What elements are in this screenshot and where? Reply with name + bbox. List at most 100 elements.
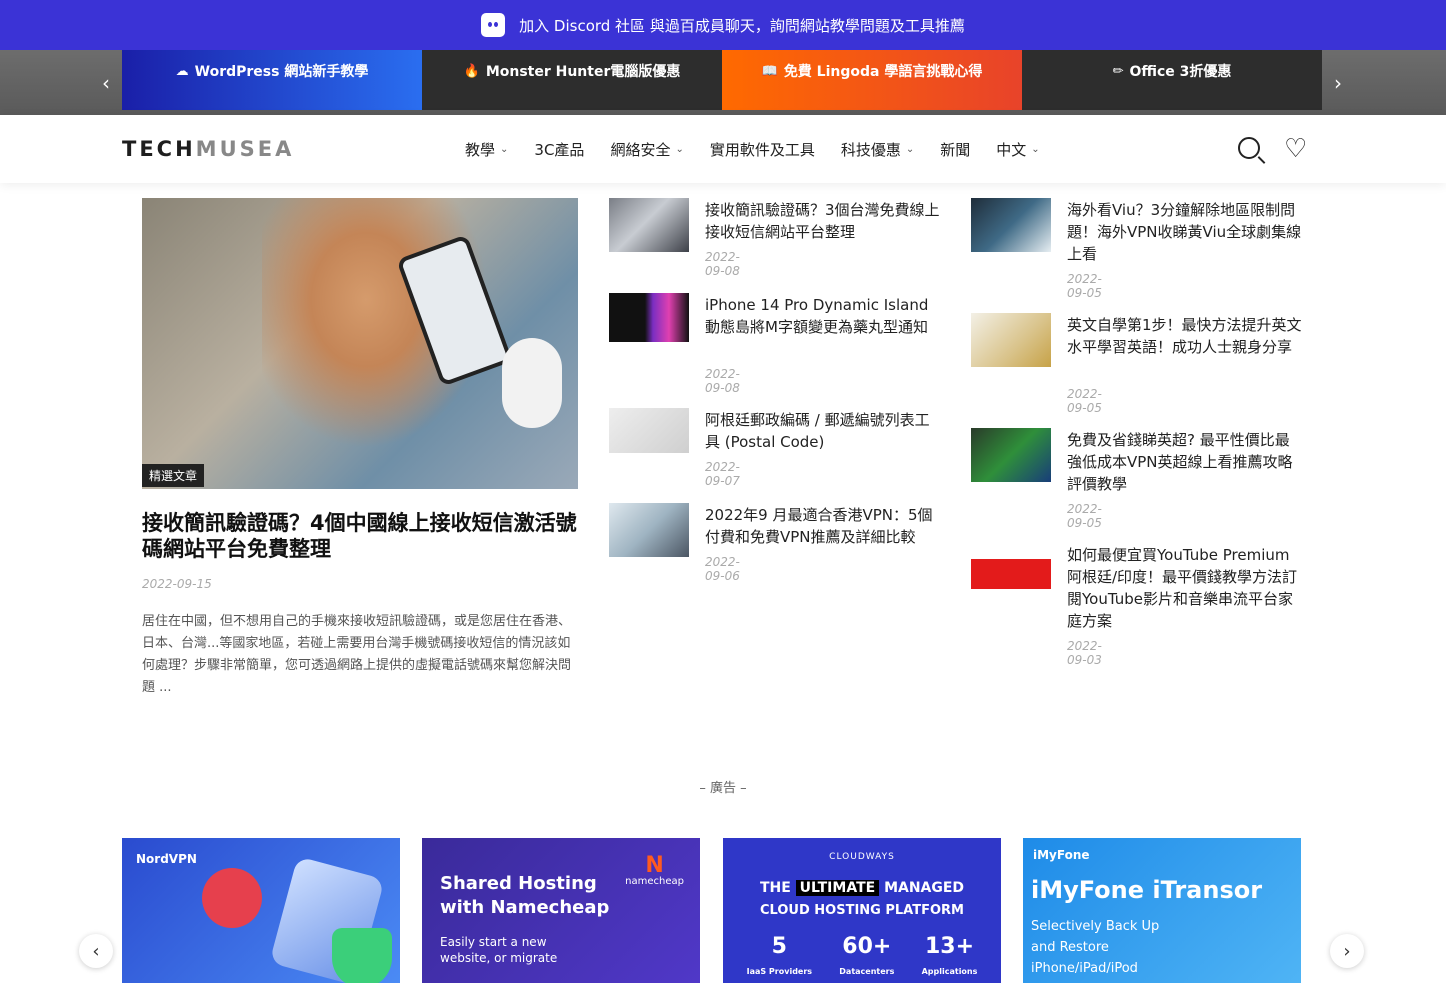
article-date: 2022-09-05	[1067, 387, 1102, 415]
chevron-down-icon: ⌄	[905, 143, 915, 155]
namecheap-logo-text: namecheap	[625, 876, 684, 887]
namecheap-logo: Nnamecheap	[625, 853, 684, 888]
promo-prev-button[interactable]: ‹	[86, 50, 126, 115]
nav-item-language[interactable]: 中文 ⌄	[996, 139, 1039, 160]
namecheap-subtext: Easily start a new website, or migrate	[440, 935, 558, 965]
ad-label: – 廣告 –	[699, 781, 747, 796]
promo-tabs: ☁ WordPress 網站新手教學 🔥 Monster Hunter電腦版優惠…	[122, 50, 1322, 110]
nav-label: 科技優惠	[840, 140, 901, 159]
article-title[interactable]: 免費及省錢睇英超? 最平性價比最強低成本VPN英超線上看推薦攻略評價教學	[1067, 429, 1302, 495]
chevron-down-icon: ⌄	[1031, 143, 1040, 155]
promo-tab-lingoda[interactable]: 📖 免費 Lingoda 學語言挑戰心得	[722, 50, 1022, 110]
article-date: 2022-09-06	[705, 555, 740, 583]
article-thumbnail[interactable]	[609, 408, 689, 453]
promo-tab-label: 免費 Lingoda 學語言挑戰心得	[783, 64, 983, 80]
article-title[interactable]: 阿根廷郵政編碼 / 郵遞編號列表工具 (Postal Code)	[705, 409, 940, 453]
article-thumbnail[interactable]	[971, 428, 1051, 482]
promo-tab-office[interactable]: ✏ Office 3折優惠	[1022, 50, 1322, 110]
discord-banner-text: 加入 Discord 社區 與過百成員聊天，詢問網站教學問題及工具推薦	[519, 16, 965, 35]
featured-title[interactable]: 接收簡訊驗證碼？4個中國線上接收短信激活號碼網站平台免費整理	[142, 510, 582, 562]
promo-tab-wordpress[interactable]: ☁ WordPress 網站新手教學	[122, 50, 422, 110]
cloudways-stat: 5 IaaS Providers	[747, 934, 812, 978]
article-date: 2022-09-08	[705, 367, 740, 395]
percent-icon	[202, 868, 262, 928]
logo-part-tech: TECH	[122, 137, 196, 161]
featured-image[interactable]	[142, 198, 578, 489]
site-header: TECHMUSEA 教學 ⌄ 3C產品 網絡安全 ⌄ 實用軟件及工具 科技優惠 ⌄ 新…	[0, 115, 1446, 183]
stat-number: 13+	[924, 934, 975, 959]
article-title[interactable]: 2022年9 月最適合香港VPN：5個付費和免費VPN推薦及詳細比較	[705, 504, 940, 548]
promo-tab-label: WordPress 網站新手教學	[194, 64, 369, 80]
nordvpn-brand: NordVPN	[136, 852, 197, 866]
stat-number: 5	[771, 934, 787, 959]
nav-label: 中文	[996, 140, 1027, 159]
promo-tab-monster-hunter[interactable]: 🔥 Monster Hunter電腦版優惠	[422, 50, 722, 110]
article-thumbnail[interactable]	[609, 503, 689, 557]
promo-next-button[interactable]: ›	[1318, 50, 1358, 115]
article-title[interactable]: 如何最便宜買YouTube Premium 阿根廷/印度！最平價錢教學方法訂閱Y…	[1067, 544, 1302, 632]
promo-strip: ‹ ☁ WordPress 網站新手教學 🔥 Monster Hunter電腦版…	[0, 50, 1446, 115]
heart-icon[interactable]: ♡	[1284, 136, 1307, 162]
fire-icon: 🔥	[463, 63, 480, 79]
imyfone-brand: iMyFone	[1033, 848, 1090, 862]
ad-next-button[interactable]: ›	[1330, 934, 1364, 968]
promo-tab-label: Monster Hunter電腦版優惠	[485, 64, 681, 80]
stat-label: Datacenters	[839, 967, 895, 976]
nav-label: 網絡安全	[610, 140, 671, 159]
cloudways-brand: CLOUDWAYS	[829, 852, 895, 862]
main-nav: 教學 ⌄ 3C產品 網絡安全 ⌄ 實用軟件及工具 科技優惠 ⌄ 新聞 中文 ⌄	[465, 115, 1040, 183]
nav-item-tutorial[interactable]: 教學 ⌄	[465, 139, 508, 160]
chevron-down-icon: ⌄	[675, 143, 684, 155]
article-title[interactable]: 英文自學第1步！最快方法提升英文水平學習英語！成功人士親身分享	[1067, 314, 1302, 358]
cloudways-post: MANAGED	[884, 880, 965, 896]
article-thumbnail[interactable]	[609, 198, 689, 252]
nav-label: 3C產品	[534, 140, 585, 159]
cloudways-stats: 5 IaaS Providers 60+ Datacenters 13+ Applic…	[733, 934, 991, 978]
featured-image-shoe	[502, 338, 562, 428]
site-logo[interactable]: TECHMUSEA	[122, 137, 294, 161]
ad-prev-button[interactable]: ‹	[79, 934, 113, 968]
article-thumbnail[interactable]	[971, 549, 1051, 589]
shield-icon	[332, 928, 392, 983]
article-thumbnail[interactable]	[971, 313, 1051, 367]
search-icon[interactable]	[1238, 137, 1260, 159]
article-title[interactable]: 接收簡訊驗證碼？3個台灣免費線上接收短信網站平台整理	[705, 199, 940, 243]
logo-part-musea: MUSEA	[195, 137, 295, 161]
imyfone-title: iMyFone iTransor	[1031, 876, 1263, 904]
cloudways-subheadline: CLOUD HOSTING PLATFORM	[760, 903, 964, 918]
nav-item-news[interactable]: 新聞	[940, 139, 970, 160]
ad-nordvpn[interactable]: NordVPN	[122, 838, 400, 983]
featured-badge[interactable]: 精選文章	[142, 464, 205, 487]
article-title[interactable]: 海外看Viu？3分鐘解除地區限制問題！海外VPN收睇黃Viu全球劇集線上看	[1067, 199, 1302, 265]
discord-banner[interactable]: 加入 Discord 社區 與過百成員聊天，詢問網站教學問題及工具推薦	[0, 0, 1446, 50]
cloudways-headline: THE ULTIMATE MANAGED	[723, 880, 1001, 896]
ad-cloudways[interactable]: CLOUDWAYS THE ULTIMATE MANAGED CLOUD HOS…	[723, 838, 1001, 983]
namecheap-headline: Shared Hosting with Namecheap	[440, 873, 610, 918]
pencil-icon: ✏	[1112, 63, 1124, 79]
imyfone-subtext: Selectively Back Up and Restore iPhone/i…	[1031, 919, 1160, 976]
nav-item-tools[interactable]: 實用軟件及工具	[710, 139, 815, 160]
article-title[interactable]: iPhone 14 Pro Dynamic Island 動態島將M字額變更為藥…	[705, 294, 940, 338]
article-date: 2022-09-05	[1067, 272, 1102, 300]
featured-date: 2022-09-15	[142, 577, 212, 591]
article-thumbnail[interactable]	[971, 198, 1051, 252]
cloudways-stat: 13+ Applications	[922, 934, 978, 978]
cloudways-pre: THE	[759, 880, 791, 896]
stat-number: 60+	[842, 934, 892, 959]
article-thumbnail[interactable]	[609, 293, 689, 342]
cloudways-stat: 60+ Datacenters	[839, 934, 894, 978]
nav-label: 新聞	[940, 140, 971, 159]
article-date: 2022-09-03	[1067, 639, 1102, 667]
nav-item-security[interactable]: 網絡安全 ⌄	[610, 139, 683, 160]
nav-label: 教學	[465, 140, 496, 159]
nav-item-deals[interactable]: 科技優惠 ⌄	[841, 139, 914, 160]
article-date: 2022-09-07	[705, 460, 740, 488]
namecheap-n-icon: N	[645, 853, 664, 878]
ad-namecheap[interactable]: Shared Hosting with Namecheap Easily sta…	[422, 838, 700, 983]
promo-tab-label: Office 3折優惠	[1129, 64, 1232, 80]
nav-item-3c[interactable]: 3C產品	[534, 139, 584, 160]
cloud-icon: ☁	[175, 63, 189, 79]
discord-icon	[481, 13, 506, 37]
article-date: 2022-09-05	[1067, 502, 1102, 530]
ad-imyfone[interactable]: iMyFone iMyFone iTransor Selectively Bac…	[1023, 838, 1301, 983]
